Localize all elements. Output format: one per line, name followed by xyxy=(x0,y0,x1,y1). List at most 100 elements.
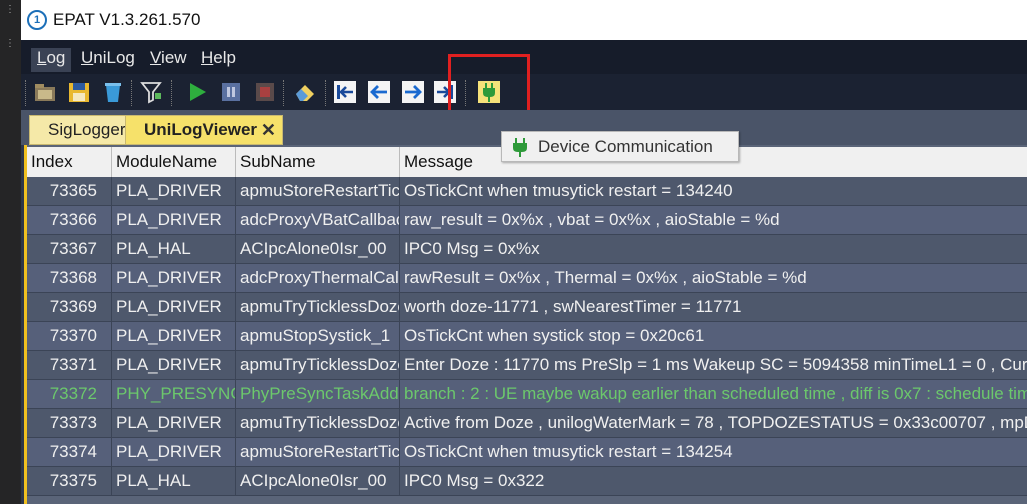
menu-unilog-mnemonic: U xyxy=(81,48,94,67)
cell-index: 73366 xyxy=(27,206,112,234)
cell-subname: adcProxyVBatCallbac xyxy=(236,206,400,234)
cell-subname: apmuStoreRestartTic xyxy=(236,438,400,466)
cell-index: 73374 xyxy=(27,438,112,466)
table-row[interactable]: 73369 PLA_DRIVER apmuTryTicklessDoze worth … xyxy=(27,293,1027,322)
save-icon[interactable] xyxy=(67,80,91,104)
cell-module: PLA_DRIVER xyxy=(112,438,236,466)
eraser-icon[interactable] xyxy=(293,80,317,104)
tab-unilogviewer[interactable]: UniLogViewer ✕ xyxy=(125,115,283,145)
menu-unilog[interactable]: UniLog xyxy=(75,48,141,72)
cell-subname: ACIpcAlone0Isr_00 xyxy=(236,467,400,495)
go-previous-icon[interactable] xyxy=(367,80,391,104)
menu-unilog-label: niLog xyxy=(93,48,135,67)
cell-index: 73373 xyxy=(27,409,112,437)
title-bar: 1 EPAT V1.3.261.570 xyxy=(21,0,1027,40)
table-row[interactable]: 73365 PLA_DRIVER apmuStoreRestartTic OsTick… xyxy=(27,177,1027,206)
menu-log[interactable]: Log xyxy=(31,48,72,72)
column-header-modulename[interactable]: ModuleName xyxy=(112,147,236,177)
cell-message: worth doze-11771 , swNearestTimer = 1177… xyxy=(404,297,742,316)
cell-index: 73375 xyxy=(27,467,112,495)
menu-help[interactable]: Help xyxy=(195,48,242,72)
tooltip-text: Device Communication xyxy=(538,137,713,156)
cell-module: PLA_DRIVER xyxy=(112,409,236,437)
tooltip: Device Communication xyxy=(501,131,739,162)
table-row[interactable]: 73375 PLA_HAL ACIpcAlone0Isr_00 IPC0 Msg = … xyxy=(27,467,1027,496)
cell-subname: adcProxyThermalCall xyxy=(236,264,400,292)
toolbar-separator xyxy=(25,80,28,106)
cell-message: raw_result = 0x%x , vbat = 0x%x , aioSta… xyxy=(404,210,780,229)
cell-module: PLA_DRIVER xyxy=(112,322,236,350)
tab-siglogger-label: SigLogger xyxy=(48,120,126,139)
cell-subname: apmuTryTicklessDoze xyxy=(236,409,400,437)
cell-module: PLA_DRIVER xyxy=(112,351,236,379)
cell-message: IPC0 Msg = 0x%x xyxy=(404,239,540,258)
menu-help-mnemonic: H xyxy=(201,48,214,67)
cell-message: OsTickCnt when tmusytick restart = 13424… xyxy=(404,181,733,200)
cell-subname: apmuStoreRestartTic xyxy=(236,177,400,205)
app-logo-icon: 1 xyxy=(27,10,47,30)
cell-index: 73372 xyxy=(27,380,112,408)
cell-subname: apmuTryTicklessDoze xyxy=(236,293,400,321)
cell-module: PLA_DRIVER xyxy=(112,264,236,292)
go-first-icon[interactable] xyxy=(333,80,357,104)
cell-message: Enter Doze : 11770 ms PreSlp = 1 ms Wake… xyxy=(404,355,1027,374)
cell-message: OsTickCnt when systick stop = 0x20c61 xyxy=(404,326,705,345)
table-row[interactable]: 73372PHY_PRESYNC_PhyPreSyncTaskAdd0branc… xyxy=(27,380,1027,409)
cell-index: 73369 xyxy=(27,293,112,321)
menu-help-label: elp xyxy=(213,48,236,67)
cell-index: 73368 xyxy=(27,264,112,292)
table-row[interactable]: 73373 PLA_DRIVER apmuTryTicklessDoze Active… xyxy=(27,409,1027,438)
cell-message: rawResult = 0x%x , Thermal = 0x%x , aioS… xyxy=(404,268,807,287)
tab-siglogger[interactable]: SigLogger xyxy=(29,115,129,145)
filter-icon[interactable] xyxy=(139,80,163,104)
window-title: EPAT V1.3.261.570 xyxy=(53,10,201,29)
menu-view-mnemonic: V xyxy=(150,48,162,67)
cell-module: PLA_HAL xyxy=(112,467,236,495)
highlight-box xyxy=(448,54,530,116)
table-row[interactable]: 73370 PLA_DRIVER apmuStopSystick_1 OsTickCn… xyxy=(27,322,1027,351)
menu-view[interactable]: View xyxy=(144,48,193,72)
cell-message: Active from Doze , unilogWaterMark = 78 … xyxy=(404,413,1027,432)
cell-subname: apmuTryTicklessDoze xyxy=(236,351,400,379)
menu-view-label: iew xyxy=(161,48,187,67)
table-row[interactable]: 73371 PLA_DRIVER apmuTryTicklessDoze Enter … xyxy=(27,351,1027,380)
cell-subname: apmuStopSystick_1 xyxy=(236,322,400,350)
menu-log-label: og xyxy=(46,48,66,67)
cell-index: 73367 xyxy=(27,235,112,263)
column-header-subname[interactable]: SubName xyxy=(236,147,400,177)
cell-module: PLA_DRIVER xyxy=(112,177,236,205)
table-row[interactable]: 73368 PLA_DRIVER adcProxyThermalCall rawRes… xyxy=(27,264,1027,293)
table-row[interactable]: 73366 PLA_DRIVER adcProxyVBatCallbac raw_re… xyxy=(27,206,1027,235)
cell-message: OsTickCnt when tmusytick restart = 13425… xyxy=(404,442,733,461)
log-table: Index ModuleName SubName Message 73365 PL… xyxy=(24,145,1027,504)
table-row[interactable]: 73367 PLA_HAL ACIpcAlone0Isr_00 IPC0 Msg = … xyxy=(27,235,1027,264)
cell-subname: PhyPreSyncTaskAdd0 xyxy=(236,380,400,408)
go-next-icon[interactable] xyxy=(401,80,425,104)
grip-icon: ⋮ xyxy=(5,38,15,49)
cell-index: 73365 xyxy=(27,177,112,205)
app-window: 1 EPAT V1.3.261.570 Log UniLog View Help… xyxy=(21,0,1027,504)
clear-icon[interactable] xyxy=(101,80,125,104)
plug-icon xyxy=(513,138,527,157)
close-icon[interactable]: ✕ xyxy=(261,116,276,144)
cell-index: 73370 xyxy=(27,322,112,350)
cell-index: 73371 xyxy=(27,351,112,379)
column-header-index[interactable]: Index xyxy=(27,147,112,177)
pause-icon[interactable] xyxy=(219,80,243,104)
cell-subname: ACIpcAlone0Isr_00 xyxy=(236,235,400,263)
cell-module: PHY_PRESYNC_ xyxy=(112,380,236,408)
cell-message: branch : 2 : UE maybe wakup earlier than… xyxy=(404,384,1027,403)
cell-module: PLA_DRIVER xyxy=(112,293,236,321)
toolbar-separator xyxy=(131,80,134,106)
grip-icon: ⋮ xyxy=(5,4,15,15)
stop-icon[interactable] xyxy=(253,80,277,104)
tab-unilogviewer-label: UniLogViewer xyxy=(144,120,258,139)
open-folder-icon[interactable] xyxy=(33,80,57,104)
table-row[interactable]: 73374 PLA_DRIVER apmuStoreRestartTic OsTick… xyxy=(27,438,1027,467)
side-panel-strip: ⋮ ⋮ xyxy=(0,0,21,504)
play-icon[interactable] xyxy=(185,80,209,104)
cell-module: PLA_HAL xyxy=(112,235,236,263)
toolbar-separator xyxy=(325,80,328,106)
toolbar-separator xyxy=(171,80,174,106)
toolbar-separator xyxy=(283,80,286,106)
